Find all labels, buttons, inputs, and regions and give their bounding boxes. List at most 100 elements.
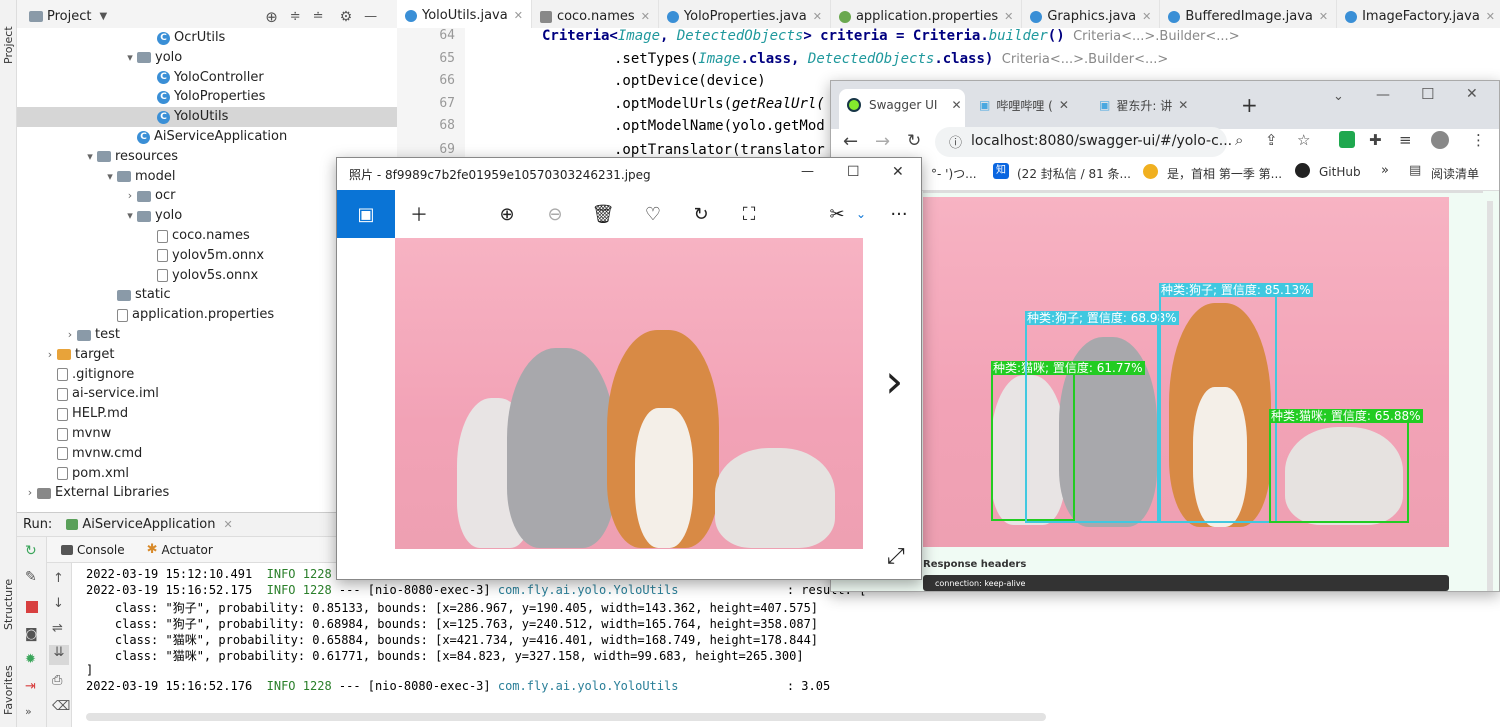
chevron-down-icon[interactable]: ▾ (123, 206, 137, 226)
zoom-out-icon[interactable]: ⊖ (535, 190, 575, 238)
close-icon[interactable]: ✕ (892, 164, 904, 180)
collapse-all-icon[interactable]: ≐ (313, 9, 324, 24)
chrome-scrollbar[interactable] (1487, 201, 1493, 591)
chevron-down-icon[interactable]: ▾ (123, 48, 137, 68)
chrome-tab-video[interactable]: ▣ 翟东升: 讲 ✕ (1099, 87, 1188, 123)
minimize-icon[interactable]: — (1376, 87, 1390, 103)
gear-icon[interactable]: ⚙ (340, 9, 353, 25)
debug-icon[interactable]: ✹ (25, 652, 36, 667)
back-icon[interactable]: ← (843, 131, 858, 152)
tree-item[interactable]: C AiServiceApplication (17, 127, 397, 147)
exit-icon[interactable]: ⇥ (25, 679, 36, 694)
image-view-icon[interactable]: ▣ (337, 190, 395, 238)
chevron-down-icon[interactable]: ▾ (83, 147, 97, 167)
zoom-icon[interactable]: ⌕ (1235, 131, 1243, 149)
close-tab-icon[interactable]: ✕ (1486, 10, 1495, 23)
tree-item[interactable]: ▾ yolo (17, 48, 397, 68)
reload-icon[interactable]: ↻ (907, 131, 921, 151)
bookmark-3[interactable]: 是，首相 第一季 第... (1167, 165, 1282, 182)
close-tab-icon[interactable]: ✕ (1178, 98, 1188, 112)
tree-item[interactable]: C YoloController (17, 68, 397, 88)
maximize-icon[interactable]: ☐ (1421, 85, 1434, 103)
crop-icon[interactable]: ⛶ (729, 190, 769, 238)
print-icon[interactable]: ⎙ (52, 673, 62, 688)
bookmark-2[interactable]: (22 封私信 / 81 条... (1017, 165, 1131, 182)
add-icon[interactable]: ＋ (399, 190, 439, 238)
rerun-icon[interactable]: ↻ (25, 543, 37, 559)
bookmark-github[interactable]: GitHub (1319, 165, 1361, 179)
address-bar[interactable]: ⓘ localhost:8080/swagger-ui/#/yolo-c... (935, 127, 1232, 157)
tree-item[interactable]: C YoloUtils (17, 107, 397, 128)
locate-icon[interactable]: ⊕ (265, 8, 278, 26)
wrench-icon[interactable]: ✎ (25, 569, 37, 585)
close-tab-icon[interactable]: ✕ (1319, 10, 1328, 23)
chevron-down-icon[interactable]: ▼ (99, 11, 107, 22)
favorites-tool-tab[interactable]: Favorites (2, 645, 15, 715)
structure-tool-tab[interactable]: Structure (2, 560, 15, 630)
tree-item[interactable]: C YoloProperties (17, 87, 397, 107)
tab-search-icon[interactable]: ⌄ (1333, 89, 1344, 104)
folder-icon (57, 349, 71, 361)
reading-list[interactable]: 阅读清单 (1431, 165, 1479, 182)
info-icon[interactable]: ⓘ (949, 132, 962, 151)
close-tab-icon[interactable]: ✕ (1059, 98, 1069, 112)
tab-actuator[interactable]: Actuator (162, 543, 213, 557)
new-tab-button[interactable]: + (1241, 93, 1258, 117)
scroll-to-end-icon[interactable]: ⇊ (49, 645, 69, 665)
soft-wrap-icon[interactable]: ⇌ (52, 621, 63, 636)
project-panel-title[interactable]: Project (47, 9, 91, 24)
close-tab-icon[interactable]: ✕ (1004, 10, 1013, 23)
minimize-icon[interactable]: — (801, 164, 814, 179)
chevron-down-icon[interactable]: ⌄ (841, 190, 881, 238)
divider (923, 191, 1483, 193)
close-icon[interactable]: ✕ (224, 518, 233, 531)
chevron-right-icon[interactable]: › (123, 186, 137, 206)
arrow-up-icon[interactable]: ↑ (53, 571, 64, 586)
close-tab-icon[interactable]: ✕ (1142, 10, 1151, 23)
bookmarks-more[interactable]: » (1381, 163, 1389, 178)
project-tool-tab[interactable]: Project (2, 4, 15, 64)
maximize-icon[interactable]: ☐ (847, 164, 860, 180)
close-tab-icon[interactable]: ✕ (641, 10, 650, 23)
close-tab-icon[interactable]: ✕ (813, 10, 822, 23)
chevron-right-icon[interactable]: › (63, 325, 77, 345)
url-text[interactable]: localhost:8080/swagger-ui/#/yolo-c... (971, 133, 1232, 149)
heart-icon[interactable]: ♡ (633, 190, 673, 238)
chevron-right-icon[interactable]: › (23, 483, 37, 503)
adguard-icon[interactable] (1339, 131, 1355, 148)
chevron-down-icon[interactable]: ▾ (103, 167, 117, 187)
stop-icon[interactable] (26, 601, 38, 613)
tab-console[interactable]: Console (77, 543, 125, 557)
zoom-in-icon[interactable]: ⊕ (487, 190, 527, 238)
avatar[interactable] (1431, 131, 1449, 149)
menu-icon[interactable]: ⋮ (1471, 131, 1486, 149)
delete-icon[interactable]: 🗑 (583, 190, 623, 238)
chrome-tab-bilibili[interactable]: ▣ 哔哩哔哩 (✕ (979, 87, 1069, 123)
trash-icon[interactable]: ⌫ (52, 699, 70, 714)
close-tab-icon[interactable]: ✕ (514, 9, 523, 22)
forward-icon[interactable]: → (875, 131, 890, 152)
run-config-tab[interactable]: AiServiceApplication (82, 517, 215, 532)
more-icon[interactable]: » (25, 705, 32, 718)
share-icon[interactable]: ⇪ (1265, 131, 1278, 149)
rotate-icon[interactable]: ↻ (681, 190, 721, 238)
camera-icon[interactable]: ◙ (25, 627, 38, 642)
corgi-chest (635, 408, 693, 548)
chrome-tab-swagger[interactable]: Swagger UI ✕ (847, 87, 962, 123)
reading-list-icon[interactable]: ▤ (1409, 163, 1421, 178)
minimize-panel-icon[interactable]: — (364, 9, 377, 24)
arrow-down-icon[interactable]: ↓ (53, 596, 64, 611)
bookmark-1[interactable]: °- ')つ... (931, 165, 977, 182)
horizontal-scrollbar[interactable] (86, 713, 1046, 721)
expand-all-icon[interactable]: ≑ (290, 9, 301, 24)
close-tab-icon[interactable]: ✕ (951, 98, 961, 112)
more-icon[interactable]: ··· (879, 190, 919, 238)
fullscreen-icon[interactable]: ⤢ (887, 544, 905, 569)
bookmark-star-icon[interactable]: ☆ (1297, 131, 1310, 149)
close-window-icon[interactable]: ✕ (1466, 86, 1478, 102)
tree-item[interactable]: C OcrUtils (17, 28, 397, 48)
extensions-icon[interactable]: ✚ (1369, 131, 1382, 149)
next-image-arrow[interactable]: › (885, 358, 903, 404)
media-icon[interactable]: ≡ (1399, 131, 1412, 149)
chevron-right-icon[interactable]: › (43, 345, 57, 365)
